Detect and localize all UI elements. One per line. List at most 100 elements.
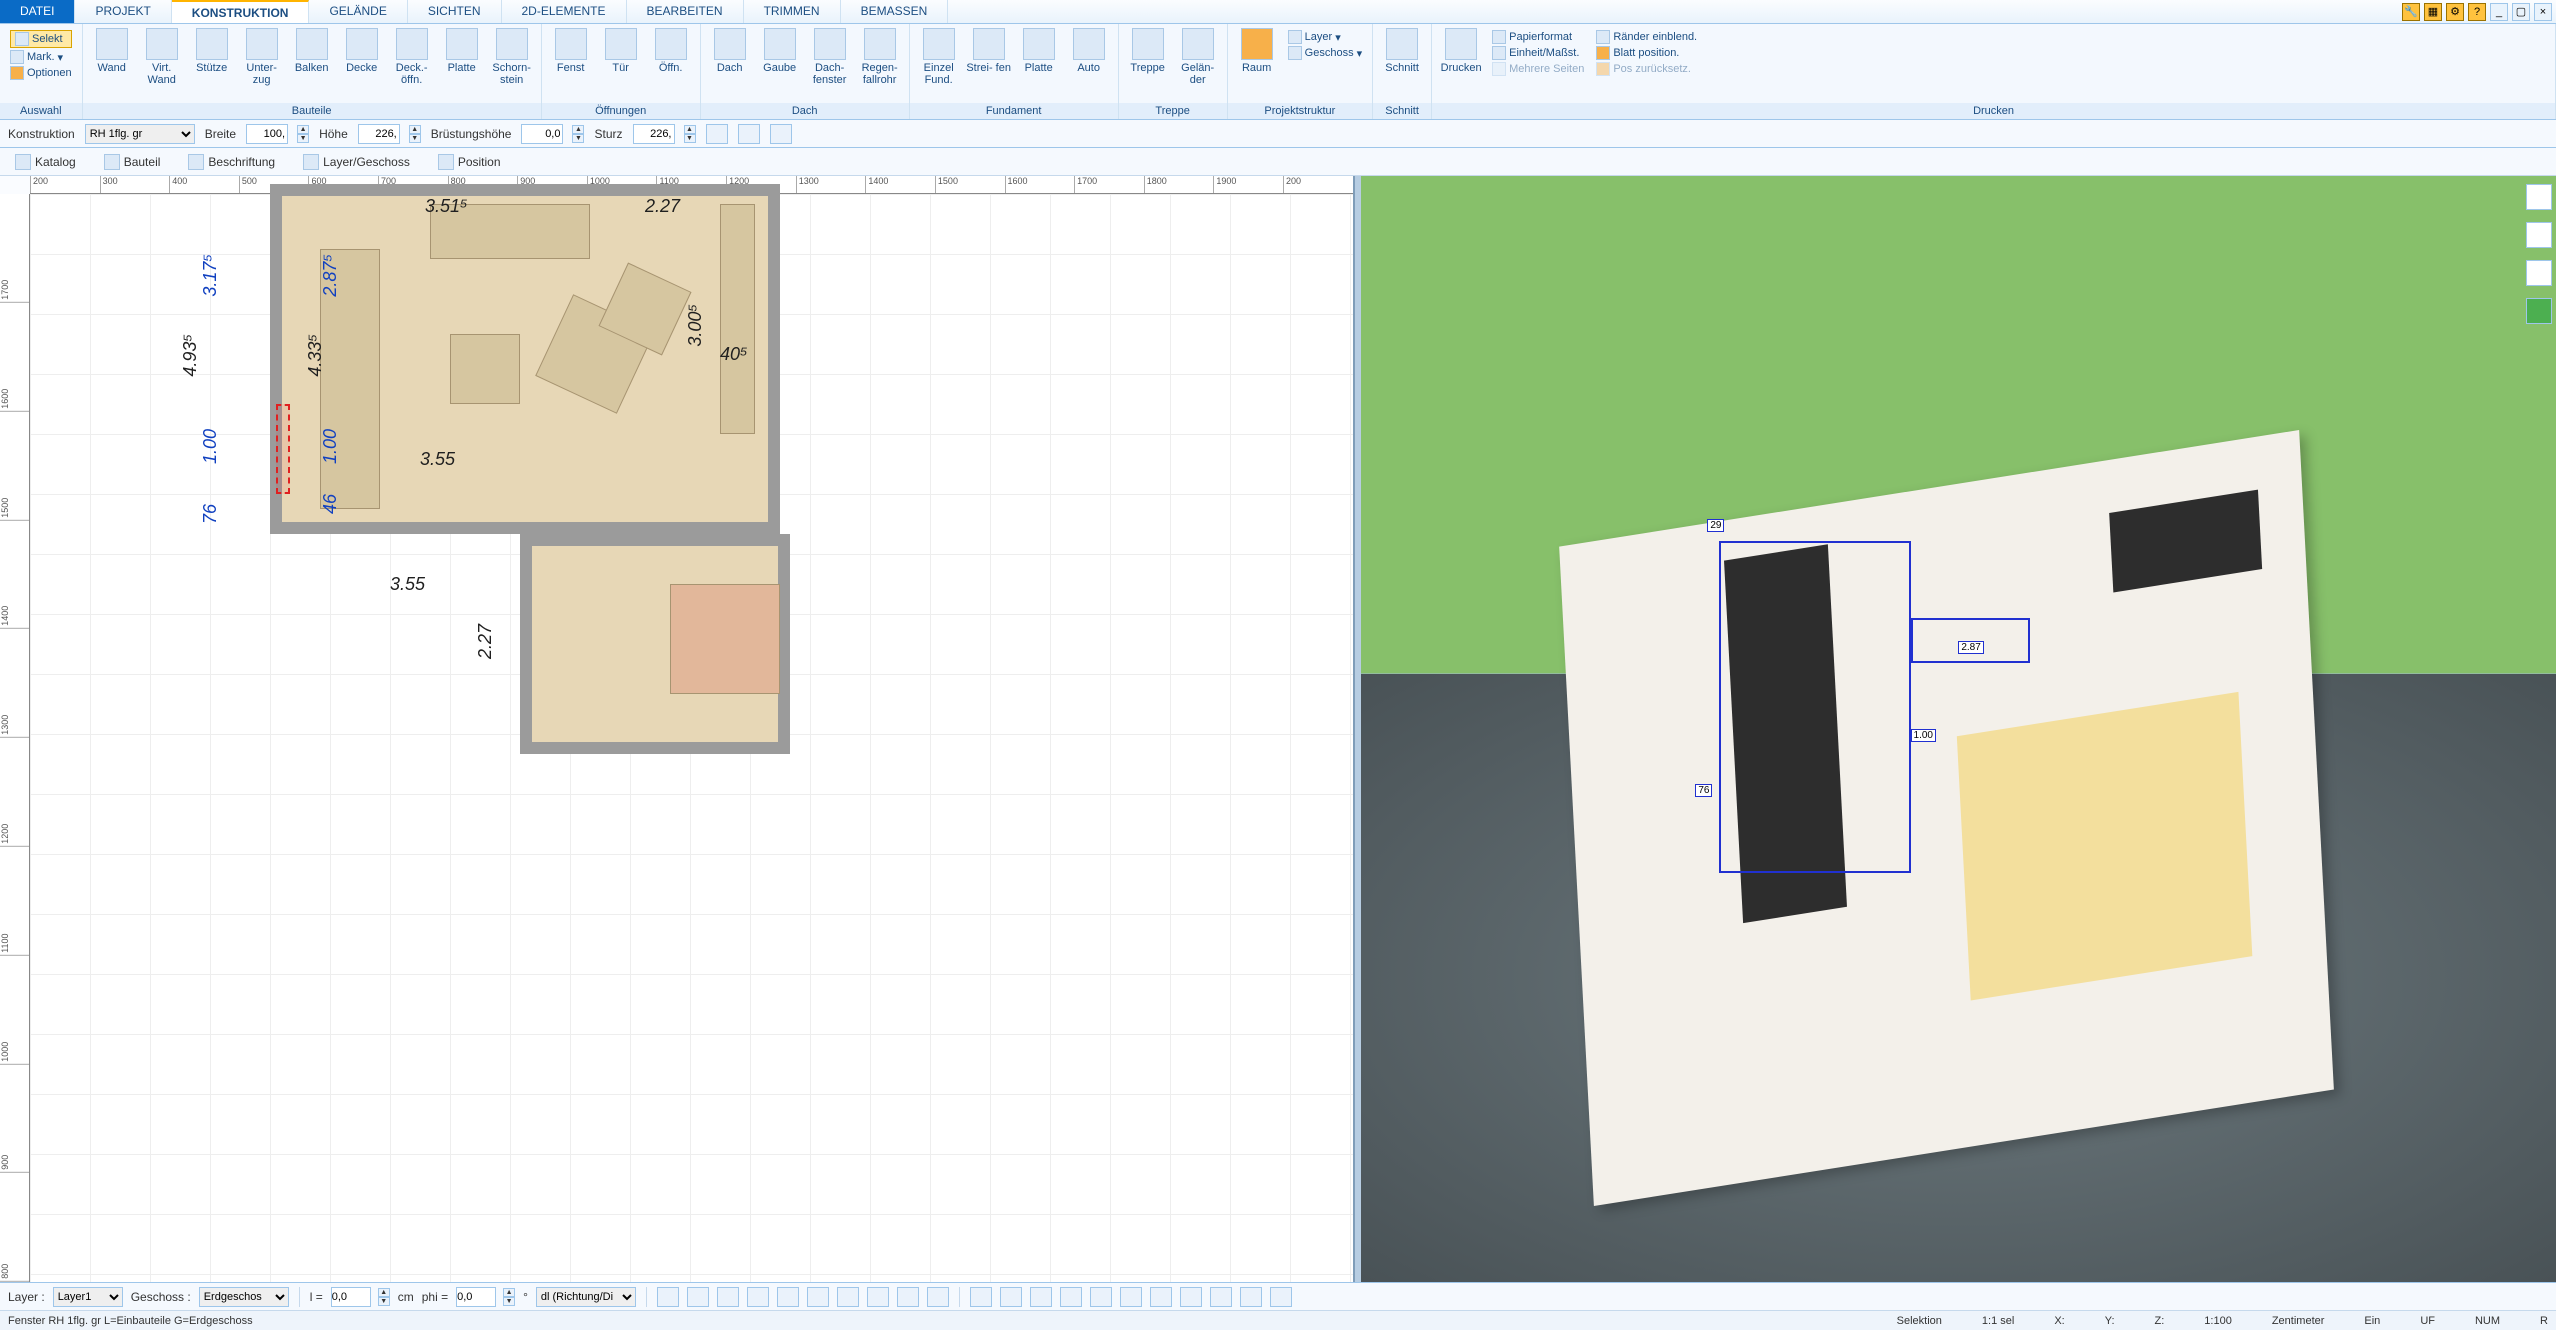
balken-button[interactable]: Balken xyxy=(289,28,335,74)
help-icon[interactable]: ? xyxy=(2468,3,2486,21)
layer-dropdown[interactable]: Layer ▾ xyxy=(1288,30,1362,44)
schornstein-button[interactable]: Schorn- stein xyxy=(489,28,535,86)
maximize-button[interactable]: ▢ xyxy=(2512,3,2530,21)
tab-konstruktion[interactable]: KONSTRUKTION xyxy=(172,0,310,23)
deckoeffn-button[interactable]: Deck.- öffn. xyxy=(389,28,435,86)
oeffnung-button[interactable]: Öffn. xyxy=(648,28,694,74)
blatt-pos-button[interactable]: Blatt position. xyxy=(1596,46,1697,60)
mode-select[interactable]: dl (Richtung/Di xyxy=(536,1287,636,1307)
tool-icon[interactable] xyxy=(770,124,792,144)
tool-icon[interactable] xyxy=(1240,1287,1262,1307)
tool-icon[interactable] xyxy=(807,1287,829,1307)
tool-icon[interactable]: ⚙ xyxy=(2446,3,2464,21)
tool-icon[interactable] xyxy=(1090,1287,1112,1307)
tool-icon[interactable] xyxy=(657,1287,679,1307)
bauteil-button[interactable]: Bauteil xyxy=(97,151,168,173)
tab-trimmen[interactable]: TRIMMEN xyxy=(744,0,841,23)
platte-button[interactable]: Platte xyxy=(439,28,485,74)
tab-bearbeiten[interactable]: BEARBEITEN xyxy=(627,0,744,23)
close-button[interactable]: × xyxy=(2534,3,2552,21)
tool-icon[interactable] xyxy=(706,124,728,144)
layers-icon[interactable] xyxy=(2526,184,2552,210)
tool-icon[interactable] xyxy=(687,1287,709,1307)
spin[interactable]: ▲▼ xyxy=(572,125,584,143)
tool-icon[interactable] xyxy=(1270,1287,1292,1307)
house-model[interactable] xyxy=(1559,430,2334,1206)
tool-icon[interactable] xyxy=(970,1287,992,1307)
optionen-button[interactable]: Optionen xyxy=(10,66,72,80)
tool-icon[interactable] xyxy=(1120,1287,1142,1307)
regenfallrohr-button[interactable]: Regen- fallrohr xyxy=(857,28,903,86)
gaube-button[interactable]: Gaube xyxy=(757,28,803,74)
tool-icon[interactable] xyxy=(927,1287,949,1307)
layer-geschoss-button[interactable]: Layer/Geschoss xyxy=(296,151,417,173)
tool-icon[interactable] xyxy=(837,1287,859,1307)
auto-button[interactable]: Auto xyxy=(1066,28,1112,74)
tab-datei[interactable]: DATEI xyxy=(0,0,75,23)
wand-button[interactable]: Wand xyxy=(89,28,135,74)
mark-button[interactable]: Mark. ▾ xyxy=(10,50,72,64)
einheit-button[interactable]: Einheit/Maßst. xyxy=(1492,46,1584,60)
selekt-button[interactable]: Selekt xyxy=(10,30,72,48)
layer-select[interactable]: Layer1 xyxy=(53,1287,123,1307)
tool-icon[interactable]: ▦ xyxy=(2424,3,2442,21)
tool-icon[interactable] xyxy=(1180,1287,1202,1307)
tree-icon[interactable] xyxy=(2526,298,2552,324)
draw-area[interactable]: 3.51⁵ 2.27 3.00⁵ 40⁵ 3.17⁵ 4.93⁵ 2.87⁵ 4… xyxy=(30,194,1353,1282)
stuetze-button[interactable]: Stütze xyxy=(189,28,235,74)
tab-gelaende[interactable]: GELÄNDE xyxy=(309,0,407,23)
unterzug-button[interactable]: Unter- zug xyxy=(239,28,285,86)
spin[interactable]: ▲▼ xyxy=(503,1288,515,1306)
tool-icon[interactable] xyxy=(1000,1287,1022,1307)
pos-reset-button[interactable]: Pos zurücksetz. xyxy=(1596,62,1697,76)
geschoss-dropdown[interactable]: Geschoss ▾ xyxy=(1288,46,1362,60)
streifen-button[interactable]: Strei- fen xyxy=(966,28,1012,74)
raum-button[interactable]: Raum xyxy=(1234,28,1280,74)
selection-gizmo[interactable] xyxy=(1719,541,1910,873)
drucken-button[interactable]: Drucken xyxy=(1438,28,1484,74)
furniture[interactable] xyxy=(720,204,755,434)
furniture[interactable] xyxy=(670,584,780,694)
papierformat-button[interactable]: Papierformat xyxy=(1492,30,1584,44)
raender-button[interactable]: Ränder einblend. xyxy=(1596,30,1697,44)
sturz-input[interactable] xyxy=(633,124,675,144)
furniture[interactable] xyxy=(450,334,520,404)
selected-window[interactable] xyxy=(276,404,290,494)
tab-projekt[interactable]: PROJEKT xyxy=(75,0,171,23)
tool-icon[interactable] xyxy=(738,124,760,144)
geschoss-select[interactable]: Erdgeschos xyxy=(199,1287,289,1307)
tab-bemassen[interactable]: BEMASSEN xyxy=(841,0,949,23)
spin[interactable]: ▲▼ xyxy=(297,125,309,143)
tool-icon[interactable] xyxy=(777,1287,799,1307)
tool-icon[interactable]: 🔧 xyxy=(2402,3,2420,21)
tuer-button[interactable]: Tür xyxy=(598,28,644,74)
phi-input[interactable] xyxy=(456,1287,496,1307)
platte-fund-button[interactable]: Platte xyxy=(1016,28,1062,74)
plan-view[interactable]: 2003004005006007008009001000110012001300… xyxy=(0,176,1355,1282)
chair-icon[interactable] xyxy=(2526,222,2552,248)
dachfenster-button[interactable]: Dach- fenster xyxy=(807,28,853,86)
tool-icon[interactable] xyxy=(897,1287,919,1307)
spin[interactable]: ▲▼ xyxy=(684,125,696,143)
position-button[interactable]: Position xyxy=(431,151,508,173)
tool-icon[interactable] xyxy=(747,1287,769,1307)
tool-icon[interactable] xyxy=(717,1287,739,1307)
type-select[interactable]: RH 1flg. gr xyxy=(85,124,195,144)
tab-sichten[interactable]: SICHTEN xyxy=(408,0,502,23)
schnitt-button[interactable]: Schnitt xyxy=(1379,28,1425,74)
hoehe-input[interactable] xyxy=(358,124,400,144)
decke-button[interactable]: Decke xyxy=(339,28,385,74)
tool-icon[interactable] xyxy=(1030,1287,1052,1307)
orbit-icon[interactable] xyxy=(2526,260,2552,286)
spin[interactable]: ▲▼ xyxy=(409,125,421,143)
gelaender-button[interactable]: Gelän- der xyxy=(1175,28,1221,86)
spin[interactable]: ▲▼ xyxy=(378,1288,390,1306)
katalog-button[interactable]: Katalog xyxy=(8,151,83,173)
tool-icon[interactable] xyxy=(1150,1287,1172,1307)
treppe-button[interactable]: Treppe xyxy=(1125,28,1171,74)
dach-button[interactable]: Dach xyxy=(707,28,753,74)
tool-icon[interactable] xyxy=(1060,1287,1082,1307)
tab-2d-elemente[interactable]: 2D-ELEMENTE xyxy=(502,0,627,23)
mehrere-seiten-button[interactable]: Mehrere Seiten xyxy=(1492,62,1584,76)
einzelfund-button[interactable]: Einzel Fund. xyxy=(916,28,962,86)
